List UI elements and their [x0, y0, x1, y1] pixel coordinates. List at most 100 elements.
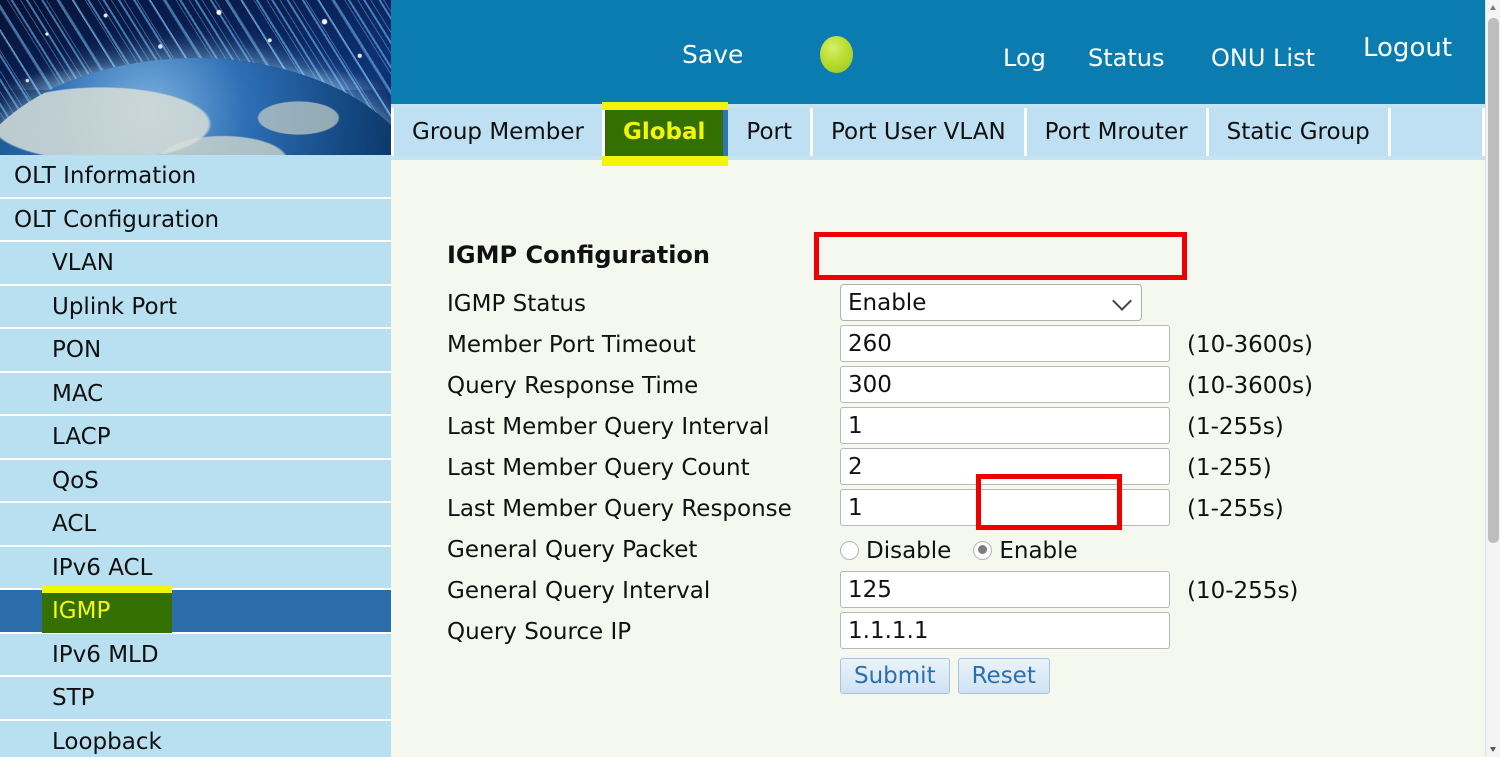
nav-link-status[interactable]: Status [1088, 44, 1164, 72]
tab-port-mrouter[interactable]: Port Mrouter [1027, 108, 1209, 156]
general-query-interval-input[interactable] [840, 571, 1170, 608]
sidebar-item-label: OLT Configuration [14, 207, 219, 233]
green-status-indicator-icon [820, 36, 853, 73]
radio-button-icon [973, 541, 992, 560]
general-query-packet-radio-enable[interactable]: Enable [973, 538, 1077, 564]
form-row-member-port-timeout: Member Port Timeout (10-3600s) [447, 325, 1387, 366]
field-label: Last Member Query Interval [447, 407, 769, 448]
field-wrapper: Enable [840, 284, 1142, 321]
field-wrapper [840, 612, 1170, 649]
sidebar-item-acl[interactable]: ACL [0, 503, 391, 547]
sidebar-item-lacp[interactable]: LACP [0, 416, 391, 460]
tab-strip-filler [1391, 108, 1485, 156]
tab-port[interactable]: Port [728, 108, 813, 156]
field-wrapper [840, 448, 1170, 485]
form-actions: Submit Reset [840, 658, 1050, 694]
form-row-query-response-time: Query Response Time(10-3600s) [447, 366, 1387, 407]
field-label: Last Member Query Response [447, 489, 792, 530]
tab-port-user-vlan[interactable]: Port User VLAN [813, 108, 1027, 156]
field-label: IGMP Status [447, 284, 586, 325]
reset-button[interactable]: Reset [958, 658, 1050, 694]
field-wrapper [840, 366, 1170, 403]
sidebar-item-loopback[interactable]: Loopback [0, 721, 391, 757]
query-response-time-input[interactable] [840, 366, 1170, 403]
field-range-hint: (10-255s) [1187, 571, 1298, 612]
nav-link-logout[interactable]: Logout [1363, 33, 1452, 63]
field-label: Query Response Time [447, 366, 698, 407]
content-area: Save Log Status ONU List Logout Group Me… [391, 0, 1485, 757]
tab-label: Port Mrouter [1045, 119, 1188, 145]
tab-label: Port [746, 119, 792, 145]
form-row-general-query-interval: General Query Interval (10-255s) [447, 571, 1387, 612]
tab-label: Global [623, 119, 705, 145]
top-header-bar: Save Log Status ONU List Logout [391, 0, 1485, 104]
form-row-general-query-packet: General Query Packet Disable Enable [447, 530, 1387, 571]
tab-static-group[interactable]: Static Group [1209, 108, 1391, 156]
nav-link-log[interactable]: Log [1003, 44, 1046, 72]
nav-link-onu-list[interactable]: ONU List [1211, 44, 1315, 72]
query-source-ip-input[interactable] [840, 612, 1170, 649]
field-wrapper [840, 571, 1170, 608]
scrollbar-thumb[interactable] [1488, 18, 1499, 543]
sidebar-item-olt-information[interactable]: OLT Information [0, 155, 391, 199]
chevron-down-icon [1112, 291, 1132, 311]
form-row-last-member-query-response: Last Member Query Response (1-255s) [447, 489, 1387, 530]
tab-strip: Group Member Global Port Port User VLAN Port… [391, 104, 1485, 160]
tab-label: Group Member [412, 119, 584, 145]
annotation-box-igmp-status [814, 232, 1187, 280]
form-row-query-source-ip: Query Source IP [447, 612, 1387, 653]
field-wrapper: Disable Enable [840, 530, 1078, 571]
sidebar-item-olt-configuration[interactable]: OLT Configuration [0, 199, 391, 243]
sidebar-item-stp[interactable]: STP [0, 677, 391, 721]
sidebar-item-qos[interactable]: QoS [0, 460, 391, 504]
general-query-packet-radio-disable[interactable]: Disable [840, 538, 951, 564]
sidebar-item-label: Uplink Port [52, 294, 177, 320]
last-member-query-response-input[interactable] [840, 489, 1170, 526]
tab-list: Group Member Global Port Port User VLAN Port… [391, 108, 1485, 156]
last-member-query-count-input[interactable] [840, 448, 1170, 485]
sidebar-item-mac[interactable]: MAC [0, 373, 391, 417]
field-label: Member Port Timeout [447, 325, 696, 366]
field-label: Query Source IP [447, 612, 631, 653]
sidebar-item-pon[interactable]: PON [0, 329, 391, 373]
tab-label: Port User VLAN [831, 119, 1006, 145]
sidebar-item-label: IPv6 MLD [52, 642, 159, 668]
field-label: General Query Packet [447, 530, 697, 571]
radio-label: Enable [999, 538, 1077, 564]
field-wrapper [840, 407, 1170, 444]
sidebar-item-label: QoS [52, 468, 99, 494]
save-button[interactable]: Save [682, 40, 743, 69]
sidebar-item-vlan[interactable]: VLAN [0, 242, 391, 286]
submit-button[interactable]: Submit [840, 658, 950, 694]
sidebar-nav: OLT Information OLT Configuration VLAN Upli… [0, 155, 391, 757]
sidebar-item-label: VLAN [52, 250, 114, 276]
sidebar-item-ipv6-acl[interactable]: IPv6 ACL [0, 547, 391, 591]
form-row-igmp-status: IGMP Status Enable [447, 284, 1387, 325]
sidebar-item-label: OLT Information [14, 163, 196, 189]
field-range-hint: (10-3600s) [1187, 325, 1313, 366]
vertical-scrollbar[interactable] [1485, 0, 1500, 757]
sidebar-item-uplink-port[interactable]: Uplink Port [0, 286, 391, 330]
last-member-query-interval-input[interactable] [840, 407, 1170, 444]
field-wrapper [840, 489, 1170, 526]
sidebar-item-label: IGMP [52, 598, 110, 624]
tab-global[interactable]: Global [605, 108, 728, 156]
sidebar-item-igmp[interactable]: IGMP [0, 590, 391, 634]
tab-group-member[interactable]: Group Member [391, 108, 605, 156]
sidebar-item-label: MAC [52, 381, 103, 407]
sidebar-item-label: Loopback [52, 729, 162, 755]
igmp-status-select[interactable]: Enable [840, 284, 1142, 321]
radio-label: Disable [866, 538, 951, 564]
page-title: IGMP Configuration [447, 241, 710, 269]
field-range-hint: (1-255s) [1187, 407, 1284, 448]
scroll-up-arrow-icon[interactable] [1486, 0, 1500, 16]
field-label: General Query Interval [447, 571, 710, 612]
scroll-down-arrow-icon[interactable] [1486, 741, 1500, 757]
member-port-timeout-input[interactable] [840, 325, 1170, 362]
sidebar-item-ipv6-mld[interactable]: IPv6 MLD [0, 634, 391, 678]
sidebar: OLT Information OLT Configuration VLAN Upli… [0, 0, 391, 757]
field-range-hint: (1-255s) [1187, 489, 1284, 530]
sidebar-highlight-bar [42, 586, 172, 593]
sidebar-item-label: LACP [52, 424, 111, 450]
sidebar-item-label: ACL [52, 511, 96, 537]
